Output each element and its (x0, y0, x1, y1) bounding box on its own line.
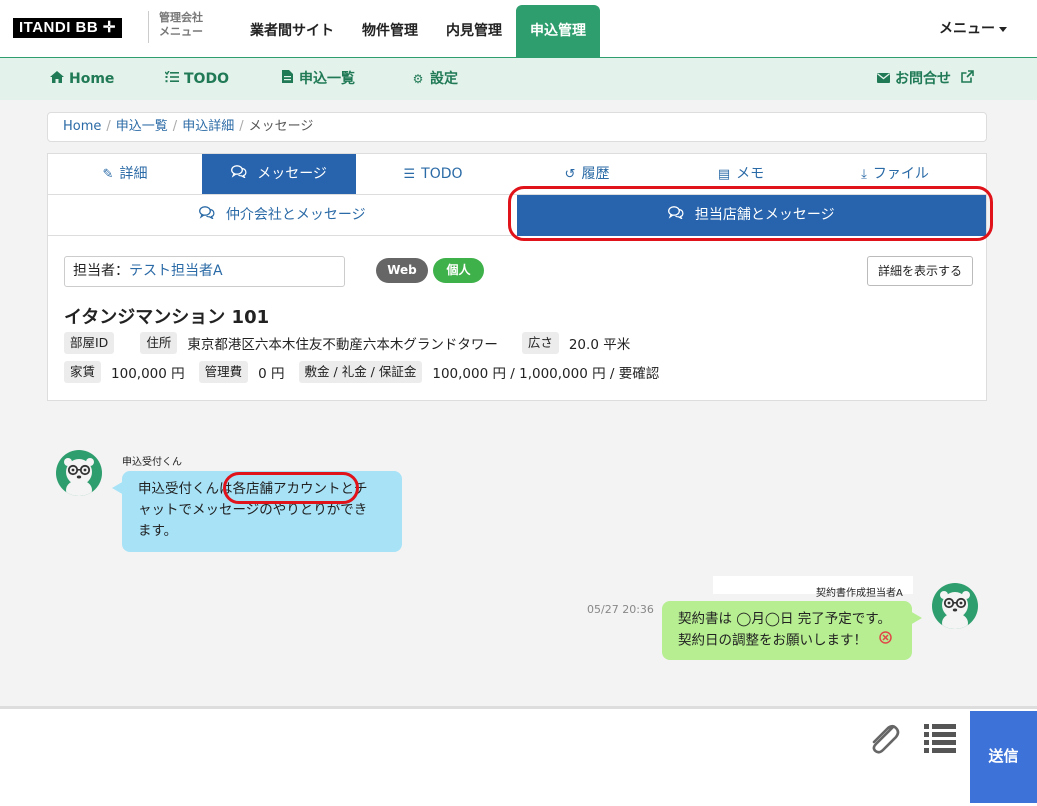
user-avatar (932, 583, 978, 629)
menu-label: メニュー (939, 21, 995, 37)
message-sender: 契約書作成担当者A (816, 588, 903, 599)
message-line: 契約書は ◯月◯日 完了予定です。 (678, 611, 891, 627)
x-circle-icon[interactable] (879, 630, 893, 651)
send-button[interactable]: 送信 (970, 711, 1037, 803)
personal-badge: 個人 (433, 258, 484, 283)
nav-inter-company[interactable]: 業者間サイト (236, 5, 348, 58)
message-line: 契約日の調整をお願いします！ (678, 630, 896, 652)
staff-field: 担当者：テスト担当者A (64, 256, 345, 287)
area-value: 20.0 平米 (568, 337, 631, 353)
message-line: ます。 (138, 523, 178, 539)
deposit-label: 敷金 / 礼金 / 保証金 (298, 361, 423, 383)
chat-bubbles-icon (199, 206, 219, 223)
property-name: イタンジマンション 101 (64, 307, 270, 328)
tab-files-label: ファイル (872, 166, 929, 182)
breadcrumb-current: メッセージ (248, 119, 314, 134)
nav-application-management[interactable]: 申込管理 (516, 5, 600, 58)
logo-sub-line1: 管理会社 (159, 11, 203, 24)
subnav-settings-label: 設定 (430, 71, 458, 87)
tab-todo-label: TODO (421, 166, 463, 182)
tab-history-label: 履歴 (581, 166, 610, 182)
itandi-logo[interactable]: ITANDI BB ✛ (13, 18, 122, 38)
external-link-icon (961, 70, 974, 87)
property-row-1: 部屋ID 住所 東京都港区六本木住友不動産六本木グランドタワー 広さ 20.0 … (64, 332, 644, 354)
breadcrumb: Home / 申込一覧 / 申込詳細 / メッセージ (47, 112, 987, 142)
message-composer: 送信 (0, 706, 1037, 806)
logo-sub-line2: メニュー (159, 25, 203, 38)
subnav-todo-label: TODO (184, 71, 229, 87)
top-header: ITANDI BB ✛ 管理会社 メニュー 業者間サイト 物件管理 内見管理 申… (0, 0, 1037, 58)
address-value: 東京都港区六本木住友不動産六本木グランドタワー (187, 337, 498, 353)
memo-icon: ▤ (717, 167, 731, 182)
paperclip-icon[interactable] (865, 721, 901, 759)
web-badge: Web (376, 258, 428, 283)
bubble-tail-icon (910, 611, 922, 625)
highlight-annotation (508, 186, 993, 241)
nav-viewing-management[interactable]: 内見管理 (432, 5, 516, 58)
tab-details-label: 詳細 (119, 166, 148, 182)
message-line-text: 契約日の調整をお願いします！ (678, 632, 867, 649)
subnav-contact[interactable]: お問合せ (876, 58, 974, 100)
breadcrumb-separator: / (106, 119, 111, 134)
highlight-annotation (223, 472, 359, 504)
envelope-icon (876, 58, 890, 100)
document-icon (280, 58, 294, 100)
breadcrumb-application-detail[interactable]: 申込詳細 (182, 119, 234, 134)
management-fee-value: 0 円 (258, 366, 285, 382)
message-input[interactable] (0, 709, 860, 803)
home-icon (50, 58, 64, 100)
task-list-icon (164, 58, 179, 100)
gear-icon: ⚙ (412, 72, 424, 86)
subnav-home-label: Home (69, 71, 115, 87)
edit-icon: ✎ (102, 167, 114, 182)
tab-details[interactable]: ✎ 詳細 (48, 154, 202, 194)
rent-label: 家賃 (64, 361, 102, 383)
tab-todo[interactable]: ☰ TODO (356, 154, 510, 194)
tab-messages[interactable]: メッセージ (202, 154, 356, 194)
address-label: 住所 (140, 332, 178, 354)
subnav-contact-label: お問合せ (895, 71, 951, 87)
message-timestamp: 05/27 20:36 (587, 603, 654, 616)
subnav-todo[interactable]: TODO (164, 58, 229, 100)
list-icon: ☰ (403, 167, 416, 182)
breadcrumb-separator: / (172, 119, 178, 134)
area-label: 広さ (521, 332, 559, 354)
top-nav: 業者間サイト 物件管理 内見管理 申込管理 (236, 5, 600, 58)
show-details-button[interactable]: 詳細を表示する (867, 256, 973, 286)
subnav-applications-label: 申込一覧 (299, 71, 355, 87)
property-row-2: 家賃 100,000 円 管理費 0 円 敷金 / 礼金 / 保証金 100,0… (64, 361, 673, 383)
template-list-icon[interactable] (924, 723, 956, 757)
breadcrumb-home[interactable]: Home (63, 119, 101, 134)
breadcrumb-separator: / (239, 119, 244, 134)
subtab-broker-messages[interactable]: 仲介会社とメッセージ (48, 195, 517, 236)
bubble-tail-icon (112, 481, 124, 495)
staff-value[interactable]: テスト担当者A (129, 263, 223, 279)
subnav-settings[interactable]: ⚙ 設定 (411, 58, 458, 100)
main-menu-dropdown[interactable]: メニュー (939, 18, 1007, 38)
rent-value: 100,000 円 (111, 366, 185, 382)
caret-down-icon (999, 26, 1007, 32)
deposit-value: 100,000 円 / 1,000,000 円 / 要確認 (432, 366, 660, 382)
message-sender: 申込受付くん (122, 457, 182, 468)
nav-property-management[interactable]: 物件管理 (348, 5, 432, 58)
download-icon: ⤓ (861, 167, 867, 182)
staff-label: 担当者： (73, 263, 129, 279)
breadcrumb-application-list[interactable]: 申込一覧 (116, 119, 168, 134)
history-icon: ↺ (564, 167, 576, 182)
management-fee-label: 管理費 (198, 361, 249, 383)
sub-nav: Home TODO 申込一覧 ⚙ 設定 お問合せ (0, 58, 1037, 100)
subtab-broker-label: 仲介会社とメッセージ (225, 207, 366, 223)
bot-avatar (56, 450, 102, 496)
message-bubble: 契約書は ◯月◯日 完了予定です。 契約日の調整をお願いします！ (662, 601, 922, 660)
subnav-home[interactable]: Home (50, 58, 114, 100)
room-id-label: 部屋ID (64, 332, 115, 354)
logo-subtitle: 管理会社 メニュー (148, 11, 203, 43)
chat-bubbles-icon (231, 165, 251, 182)
tab-memo-label: メモ (736, 166, 765, 182)
subnav-applications[interactable]: 申込一覧 (280, 58, 355, 100)
tab-messages-label: メッセージ (257, 166, 327, 182)
